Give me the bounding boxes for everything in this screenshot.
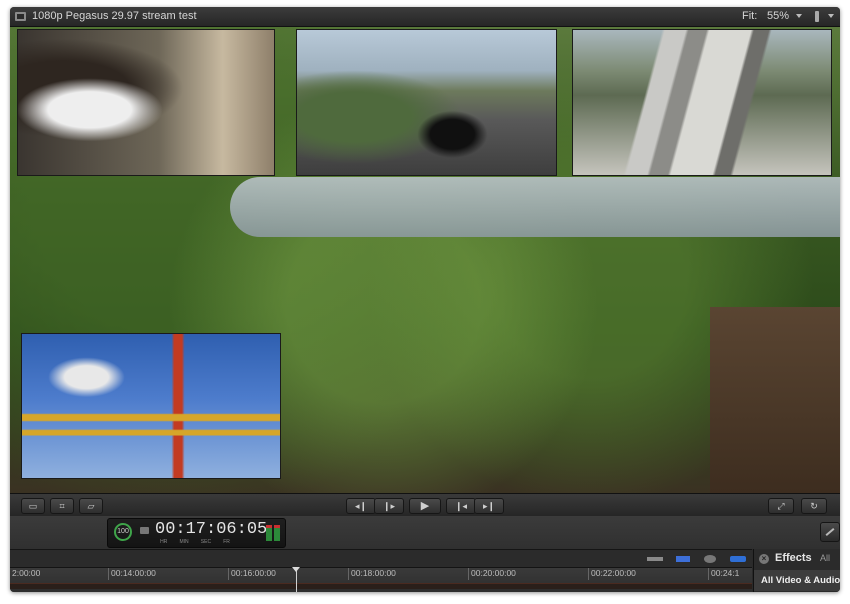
- ruler-tick: 00:24:1: [711, 568, 740, 578]
- ruler-tick: 00:22:00:00: [591, 568, 636, 578]
- go-to-end-icon[interactable]: ▸❙: [474, 498, 504, 514]
- effects-category-item[interactable]: All Video & Audio: [754, 570, 840, 591]
- audio-meter-left: [266, 525, 272, 541]
- unit-hr: HR: [160, 539, 168, 545]
- timecode-units: HR MIN SEC FR: [154, 539, 236, 545]
- timecode-dashboard[interactable]: 100 00:17:06:05 HR MIN SEC FR: [107, 518, 286, 548]
- unit-fr: FR: [223, 539, 230, 545]
- effects-browser: × Effects All All Video & Audio: [753, 549, 840, 592]
- unit-min: MIN: [179, 539, 189, 545]
- loop-icon[interactable]: ↻: [801, 498, 827, 514]
- track-clip[interactable]: [572, 29, 832, 176]
- timeline-toolbar: [10, 549, 752, 568]
- snapping-icon[interactable]: [704, 555, 716, 563]
- close-icon[interactable]: ×: [759, 554, 769, 564]
- viewer-controls: ▭ ⌗ ▱ ◂❙ ❙▸ ▶ ❙◂ ▸❙ ⤢ ↻: [10, 493, 840, 517]
- effects-all-filter[interactable]: All: [820, 553, 830, 563]
- video-viewer[interactable]: [10, 27, 840, 493]
- transform-icon[interactable]: ⌗: [50, 498, 74, 514]
- ruler-tick: 00:16:00:00: [231, 568, 276, 578]
- clip-appearance-icon[interactable]: [647, 557, 663, 561]
- background-soil: [710, 307, 840, 493]
- ruler-tick: 00:20:00:00: [471, 568, 516, 578]
- timeline-track[interactable]: [10, 583, 752, 589]
- ruler-tick-line: [468, 568, 469, 580]
- timeline-ruler[interactable]: 2:00:00 00:14:00:00 00:16:00:00 00:18:00…: [10, 567, 752, 592]
- effects-title: Effects: [775, 552, 812, 564]
- ruler-tick-line: [228, 568, 229, 580]
- playhead[interactable]: [292, 567, 300, 592]
- solo-toggle-icon[interactable]: [730, 556, 746, 562]
- go-to-start-icon[interactable]: ❙◂: [446, 498, 476, 514]
- switch-icon[interactable]: [810, 10, 824, 23]
- zoom-value[interactable]: 55%: [767, 10, 789, 22]
- distort-icon[interactable]: ▱: [79, 498, 103, 514]
- fullscreen-icon[interactable]: ⤢: [768, 498, 794, 514]
- timecode-mode-icon: [139, 524, 151, 536]
- ruler-tick-line: [588, 568, 589, 580]
- zoom-dropdown-icon[interactable]: [796, 14, 802, 18]
- effects-browser-icon[interactable]: [820, 522, 840, 542]
- dashboard-bar: 100 00:17:06:05 HR MIN SEC FR: [10, 516, 840, 549]
- horse-clip[interactable]: [17, 29, 275, 176]
- ruler-tick-line: [348, 568, 349, 580]
- unit-sec: SEC: [200, 539, 212, 545]
- render-progress: 100: [114, 523, 132, 541]
- crop-icon[interactable]: ▭: [21, 498, 45, 514]
- street-clip[interactable]: [296, 29, 557, 176]
- ruler-tick: 2:00:00: [12, 568, 41, 578]
- ruler-tick: 00:18:00:00: [351, 568, 396, 578]
- audio-meter-right: [274, 525, 280, 541]
- ruler-tick: 00:14:00:00: [111, 568, 156, 578]
- audio-waveform-icon[interactable]: [676, 556, 690, 562]
- window-title: 1080p Pegasus 29.97 stream test: [32, 10, 197, 22]
- ruler-tick-line: [108, 568, 109, 580]
- prev-frame-icon[interactable]: ◂❙: [346, 498, 376, 514]
- play-icon[interactable]: ▶: [409, 498, 441, 514]
- view-options-dropdown-icon[interactable]: [828, 14, 834, 18]
- title-bar: 1080p Pegasus 29.97 stream test Fit: 55%: [10, 7, 840, 27]
- timecode-display: 00:17:06:05: [155, 520, 268, 539]
- next-frame-icon[interactable]: ❙▸: [374, 498, 404, 514]
- background-pool: [230, 177, 840, 237]
- ruler-tick-line: [708, 568, 709, 580]
- fit-label: Fit:: [742, 10, 758, 22]
- film-icon: [15, 12, 26, 21]
- viewer-window: 1080p Pegasus 29.97 stream test Fit: 55%…: [10, 7, 840, 592]
- coaster-clip[interactable]: [21, 333, 281, 479]
